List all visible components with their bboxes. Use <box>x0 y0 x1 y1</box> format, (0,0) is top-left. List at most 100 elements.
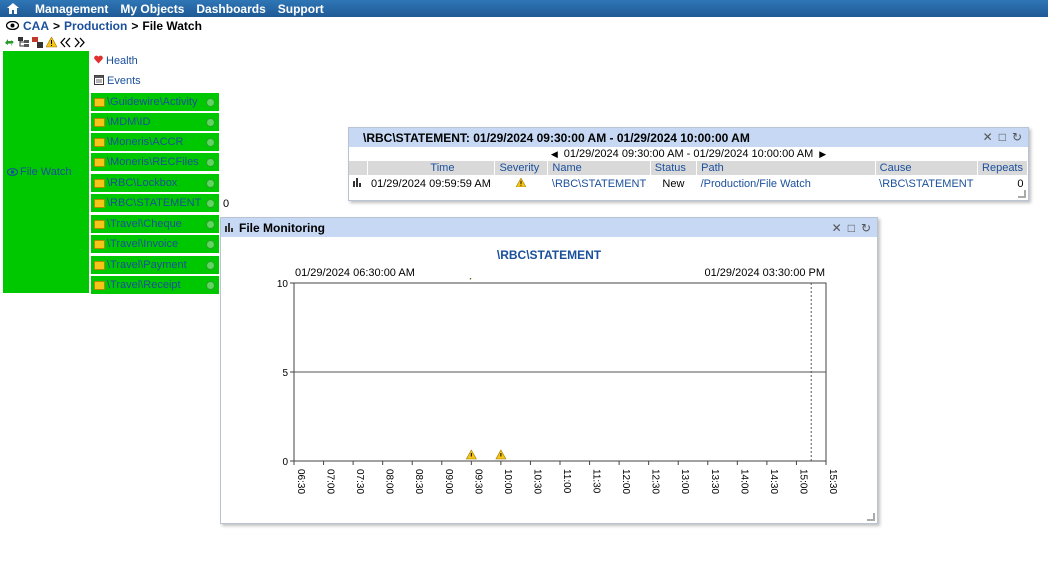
menu-support[interactable]: Support <box>278 2 324 16</box>
tree-child-travel-receipt[interactable]: \Travel\Receipt <box>91 276 219 294</box>
warning-marker-glyph <box>470 453 472 457</box>
maximize-icon[interactable]: □ <box>999 131 1006 143</box>
folder-icon <box>94 117 105 127</box>
status-icon <box>206 260 215 270</box>
tree-child-rbc-lockbox[interactable]: \RBC\Lockbox <box>91 174 219 192</box>
x-tick-label: 15:30 <box>827 469 838 494</box>
x-tick-label: 14:00 <box>738 469 749 494</box>
column-header-label: Time <box>430 162 455 174</box>
warning-icon[interactable] <box>46 36 57 48</box>
breadcrumb-root[interactable]: CAA <box>23 19 49 33</box>
tree-child-moneris-recfiles[interactable]: \Moneris\RECFiles <box>91 153 219 171</box>
column-header-cause[interactable]: Cause <box>875 161 979 175</box>
file-monitoring-title-text: File Monitoring <box>239 220 325 235</box>
tree-child-guidewire-activity[interactable]: \Guidewire\Activity <box>91 93 219 111</box>
tree-child-moneris-accr[interactable]: \Moneris\ACCR <box>91 133 219 151</box>
column-header-time[interactable]: Time <box>367 161 496 175</box>
column-header-status[interactable]: Status <box>650 161 698 175</box>
y-tick-label: 5 <box>282 368 288 379</box>
x-tick-label: 13:00 <box>679 469 690 494</box>
warning-icon <box>495 175 548 192</box>
previous-range-icon[interactable]: ◀ <box>551 149 558 160</box>
x-tick-label: 09:00 <box>443 469 454 494</box>
eye-icon <box>5 19 20 33</box>
resize-handle[interactable] <box>1018 190 1026 198</box>
x-tick-label: 09:30 <box>472 469 483 494</box>
close-icon[interactable]: ✕ <box>983 131 993 143</box>
x-tick-label: 15:00 <box>797 469 808 494</box>
event-path[interactable]: /Production/File Watch <box>697 175 876 192</box>
refresh-icon[interactable]: ↻ <box>861 221 871 235</box>
status-icon <box>206 280 215 290</box>
tree-child-label: \Travel\Payment <box>107 259 187 271</box>
column-header-repeats[interactable]: Repeats <box>977 161 1028 175</box>
status-icon <box>206 219 215 229</box>
filter-icon[interactable] <box>32 36 43 48</box>
range-label: 01/29/2024 09:30:00 AM - 01/29/2024 10:0… <box>563 148 814 160</box>
tree-item-health[interactable]: Health <box>94 53 138 69</box>
x-tick-label: 13:30 <box>709 469 720 494</box>
status-icon <box>206 117 215 127</box>
refresh-icon[interactable] <box>4 37 15 48</box>
x-tick-label: 12:30 <box>650 469 661 494</box>
tree-node-file-watch[interactable]: File Watch <box>3 51 89 293</box>
expand-icon[interactable] <box>74 37 85 48</box>
tree-item-events[interactable]: Events <box>94 73 141 89</box>
file-monitoring-title: File Monitoring ✕ □ ↻ <box>221 218 877 237</box>
x-tick-label: 11:30 <box>591 469 602 494</box>
folder-icon <box>94 178 105 188</box>
tree-child-label: \Travel\Receipt <box>107 279 181 291</box>
column-header-label: Severity <box>499 162 540 174</box>
column-header-name[interactable]: Name <box>547 161 651 175</box>
folder-icon <box>94 280 105 290</box>
tree-child-label: \Travel\Invoice <box>107 238 179 250</box>
tree-child-travel-cheque[interactable]: \Travel\Cheque <box>91 215 219 233</box>
menu-management[interactable]: Management <box>35 2 108 16</box>
tree-child-mdm-id[interactable]: \MDM\ID <box>91 113 219 131</box>
events-panel: \RBC\STATEMENT: 01/29/2024 09:30:00 AM -… <box>348 127 1029 201</box>
next-range-icon[interactable]: ▶ <box>819 149 826 160</box>
top-menu-bar: Management My Objects Dashboards Support <box>0 0 1048 17</box>
collapse-icon[interactable] <box>60 37 71 48</box>
events-panel-title: \RBC\STATEMENT: 01/29/2024 09:30:00 AM -… <box>349 128 1028 147</box>
chart-title: \RBC\STATEMENT <box>496 248 602 262</box>
column-header-path[interactable]: Path <box>696 161 876 175</box>
monitoring-chart: 0 5 10 06:30 07:00 07:30 08:00 08:30 09:00 09:30 1… <box>277 278 838 494</box>
column-header-label: Cause <box>879 162 912 174</box>
hierarchy-icon[interactable] <box>18 36 29 48</box>
resize-handle[interactable] <box>867 513 875 521</box>
warning-marker-glyph <box>500 453 502 457</box>
eye-icon <box>6 165 19 179</box>
column-header-label: Status <box>654 162 686 174</box>
refresh-icon[interactable]: ↻ <box>1012 131 1022 143</box>
tree-child-travel-payment[interactable]: \Travel\Payment <box>91 256 219 274</box>
tree-child-travel-invoice[interactable]: \Travel\Invoice <box>91 235 219 253</box>
tree-child-label: \Moneris\RECFiles <box>107 156 199 168</box>
home-icon[interactable] <box>3 0 23 17</box>
tree-item-label: Events <box>107 75 141 87</box>
event-name[interactable]: \RBC\STATEMENT <box>548 175 650 192</box>
folder-icon <box>94 239 105 249</box>
event-cause[interactable]: \RBC\STATEMENT <box>875 175 977 192</box>
maximize-icon[interactable]: □ <box>848 221 855 235</box>
range-navigator: ◀ 01/29/2024 09:30:00 AM - 01/29/2024 10… <box>349 147 1028 161</box>
folder-icon <box>94 97 105 107</box>
tree-child-label: \MDM\ID <box>107 116 151 128</box>
chart-icon <box>225 221 235 235</box>
events-table: Time Severity Name Status Path Cause Rep… <box>349 161 1028 192</box>
column-header-icon <box>349 161 368 175</box>
table-row[interactable]: 01/29/2024 09:59:59 AM \RBC\STATEMENT Ne… <box>349 175 1028 192</box>
menu-dashboards[interactable]: Dashboards <box>196 2 265 16</box>
column-header-severity[interactable]: Severity <box>494 161 549 175</box>
close-icon[interactable]: ✕ <box>832 221 842 235</box>
menu-my-objects[interactable]: My Objects <box>120 2 184 16</box>
folder-icon <box>94 198 105 208</box>
event-time: 01/29/2024 09:59:59 AM <box>371 177 491 190</box>
folder-icon <box>94 219 105 229</box>
status-icon <box>206 178 215 188</box>
x-tick-label: 10:00 <box>502 469 513 494</box>
tree-child-rbc-statement[interactable]: \RBC\STATEMENT <box>91 194 219 212</box>
chart-icon[interactable] <box>349 175 367 192</box>
breadcrumb-production[interactable]: Production <box>64 19 127 33</box>
folder-icon <box>94 157 105 167</box>
